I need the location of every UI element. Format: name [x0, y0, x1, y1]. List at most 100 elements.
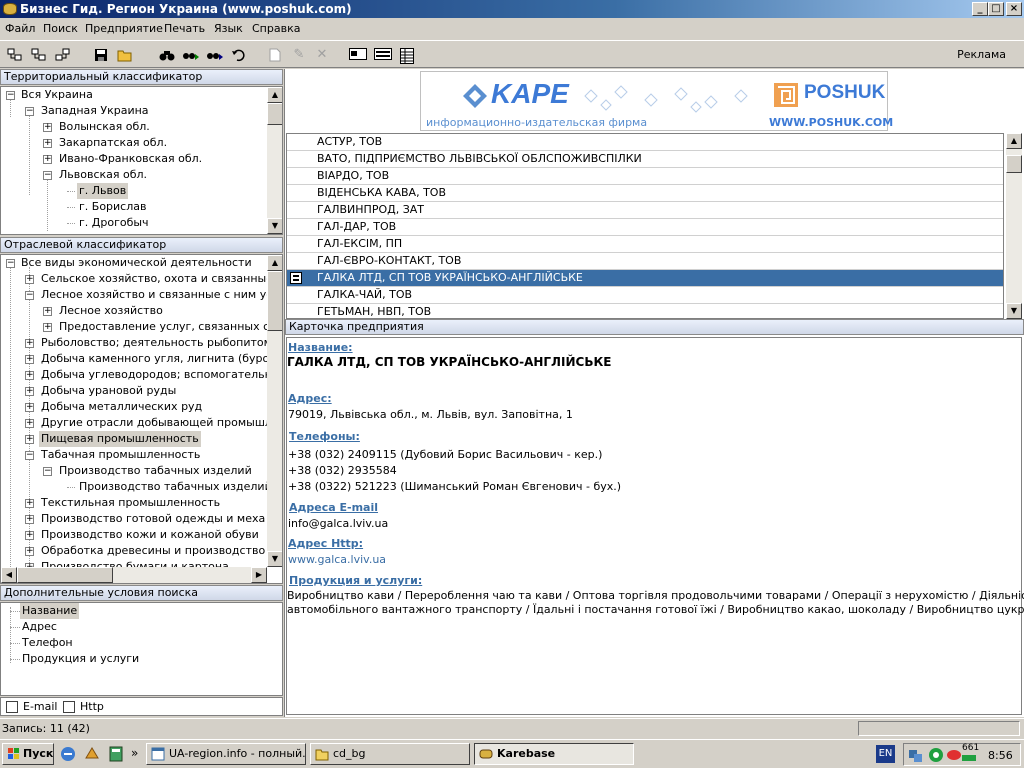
extra-item-phone[interactable]: Телефон — [22, 635, 73, 651]
tree-node-selected[interactable]: Пищевая промышленность — [39, 431, 201, 447]
app-quicklaunch-icon[interactable] — [84, 746, 100, 762]
expand-icon[interactable]: + — [25, 547, 34, 556]
territorial-scrollbar[interactable]: ▲ ▼ — [267, 87, 282, 234]
tree-node[interactable]: Добыча урановой руды — [41, 383, 176, 399]
tree-node[interactable]: Лесное хозяйство и связанные с ним услуг… — [41, 287, 282, 303]
tree-node[interactable]: Добыча металлических руд — [41, 399, 202, 415]
expand-icon[interactable]: + — [25, 435, 34, 444]
tree-node[interactable]: Добыча углеводородов; вспомогательные с — [41, 367, 282, 383]
scroll-left-icon[interactable]: ◀ — [1, 567, 17, 583]
expand-icon[interactable]: + — [25, 387, 34, 396]
tray-app-icon[interactable] — [946, 747, 962, 763]
expand-icon[interactable]: + — [43, 323, 52, 332]
http-checkbox[interactable] — [63, 701, 75, 713]
extra-item-name[interactable]: Название — [20, 603, 80, 619]
expand-icon[interactable]: + — [43, 155, 52, 164]
tree-node[interactable]: г. Борислав — [79, 199, 146, 215]
scroll-right-icon[interactable]: ▶ — [251, 567, 267, 583]
advertising-label[interactable]: Реклама — [957, 48, 1006, 61]
card-view-icon[interactable] — [347, 44, 369, 66]
menu-file[interactable]: Файл — [5, 22, 35, 35]
scroll-up-icon[interactable]: ▲ — [1006, 133, 1022, 149]
close-button[interactable]: × — [1006, 2, 1022, 16]
expand-icon[interactable]: + — [43, 123, 52, 132]
expand-icon[interactable]: + — [25, 339, 34, 348]
menu-print[interactable]: Печать — [164, 22, 205, 35]
tree-node[interactable]: Вся Украина — [21, 87, 93, 103]
scroll-down-icon[interactable]: ▼ — [267, 218, 282, 234]
scroll-thumb[interactable] — [17, 567, 113, 583]
collapse-icon[interactable]: − — [25, 451, 34, 460]
expand-icon[interactable]: + — [25, 419, 34, 428]
maximize-button[interactable]: □ — [988, 2, 1004, 16]
company-row[interactable]: ГАЛВИНПРОД, ЗАТ — [287, 202, 1003, 219]
extra-list[interactable]: Название Адрес Телефон Продукция и услуг… — [0, 602, 283, 696]
collapse-icon[interactable]: − — [43, 171, 52, 180]
scroll-up-icon[interactable]: ▲ — [267, 87, 282, 103]
industry-tree[interactable]: − Все виды экономической деятельности + … — [0, 254, 283, 584]
expand-icon[interactable]: + — [25, 355, 34, 364]
expand-icon[interactable]: + — [25, 371, 34, 380]
extra-item-products[interactable]: Продукция и услуги — [22, 651, 139, 667]
expand-icon[interactable]: + — [43, 307, 52, 316]
tree-node-selected[interactable]: г. Львов — [77, 183, 129, 199]
expand-icon[interactable]: + — [25, 531, 34, 540]
company-row[interactable]: ВАТО, ПІДПРИЄМСТВО ЛЬВІВСЬКОЇ ОБЛСПОЖИВС… — [287, 151, 1003, 168]
expand-icon[interactable]: + — [43, 139, 52, 148]
tree-node[interactable]: Обработка древесины и производство издел — [41, 543, 282, 559]
menu-enterprise[interactable]: Предприятие — [85, 22, 163, 35]
company-row[interactable]: ВІДЕНСЬКА КАВА, ТОВ — [287, 185, 1003, 202]
industry-hscrollbar[interactable]: ◀ ▶ — [1, 567, 267, 583]
table-view-icon[interactable] — [396, 44, 418, 66]
company-row[interactable]: ГЕТЬМАН, НВП, ТОВ — [287, 304, 1003, 318]
task-button[interactable]: cd_bg — [310, 743, 470, 765]
undo-icon[interactable] — [227, 44, 249, 66]
tree-node[interactable]: Рыболовство; деятельность рыбопитомник — [41, 335, 282, 351]
collapse-icon[interactable]: − — [6, 259, 15, 268]
save-icon[interactable] — [90, 44, 112, 66]
scroll-down-icon[interactable]: ▼ — [1006, 303, 1022, 319]
tree-node[interactable]: Сельское хозяйство, охота и связанные с … — [41, 271, 282, 287]
tree-node[interactable]: Ивано-Франковская обл. — [59, 151, 202, 167]
scroll-thumb[interactable] — [267, 271, 282, 331]
tree-node[interactable]: Производство табачных изделий — [79, 479, 272, 495]
find-next-icon[interactable] — [180, 44, 202, 66]
network-icon[interactable] — [908, 747, 924, 763]
tree-node[interactable]: Производство кожи и кожаной обуви — [41, 527, 259, 543]
tree-node[interactable]: Закарпатская обл. — [59, 135, 167, 151]
tree-collapse-icon[interactable] — [28, 44, 50, 66]
industry-scrollbar[interactable]: ▲ ▼ — [267, 255, 282, 567]
banner-url[interactable]: WWW.POSHUK.COM — [769, 116, 893, 129]
tree-node[interactable]: Предоставление услуг, связанных с лесо — [59, 319, 282, 335]
quicklaunch-more-icon[interactable]: » — [131, 746, 138, 760]
minimize-button[interactable]: _ — [972, 2, 988, 16]
expand-icon[interactable]: + — [25, 403, 34, 412]
scroll-up-icon[interactable]: ▲ — [267, 255, 282, 271]
company-row[interactable]: ГАЛ-ЄВРО-КОНТАКТ, ТОВ — [287, 253, 1003, 270]
collapse-icon[interactable]: − — [43, 467, 52, 476]
company-row[interactable]: ВІАРДО, ТОВ — [287, 168, 1003, 185]
company-row-selected[interactable]: ГАЛКА ЛТД, СП ТОВ УКРАЇНСЬКО-АНГЛІЙСЬКЕ — [287, 270, 1003, 287]
language-indicator[interactable]: EN — [876, 745, 895, 763]
tree-node[interactable]: Другие отрасли добывающей промышленно — [41, 415, 282, 431]
menu-language[interactable]: Язык — [214, 22, 243, 35]
company-list[interactable]: АСТУР, ТОВ ВАТО, ПІДПРИЄМСТВО ЛЬВІВСЬКОЇ… — [286, 133, 1004, 319]
list-view-icon[interactable] — [372, 44, 394, 66]
calculator-icon[interactable] — [108, 746, 124, 762]
tree-node[interactable]: Производство табачных изделий — [59, 463, 252, 479]
territorial-tree[interactable]: − Вся Украина − Западная Украина + Волын… — [0, 86, 283, 235]
tree-node[interactable]: Все виды экономической деятельности — [21, 255, 252, 271]
card-email-value[interactable]: info@galca.lviv.ua — [288, 517, 388, 530]
antivirus-icon[interactable] — [928, 747, 944, 763]
expand-icon[interactable]: + — [25, 515, 34, 524]
tree-node[interactable]: Табачная промышленность — [41, 447, 200, 463]
collapse-icon[interactable]: − — [6, 91, 15, 100]
tree-view-icon[interactable] — [52, 44, 74, 66]
task-button-active[interactable]: Karebase — [474, 743, 634, 765]
tree-node[interactable]: Западная Украина — [41, 103, 149, 119]
tree-node[interactable]: Текстильная промышленность — [41, 495, 220, 511]
company-row[interactable]: АСТУР, ТОВ — [287, 134, 1003, 151]
find-icon[interactable] — [156, 44, 178, 66]
browser-icon[interactable] — [60, 746, 76, 762]
scroll-thumb[interactable] — [267, 103, 282, 125]
